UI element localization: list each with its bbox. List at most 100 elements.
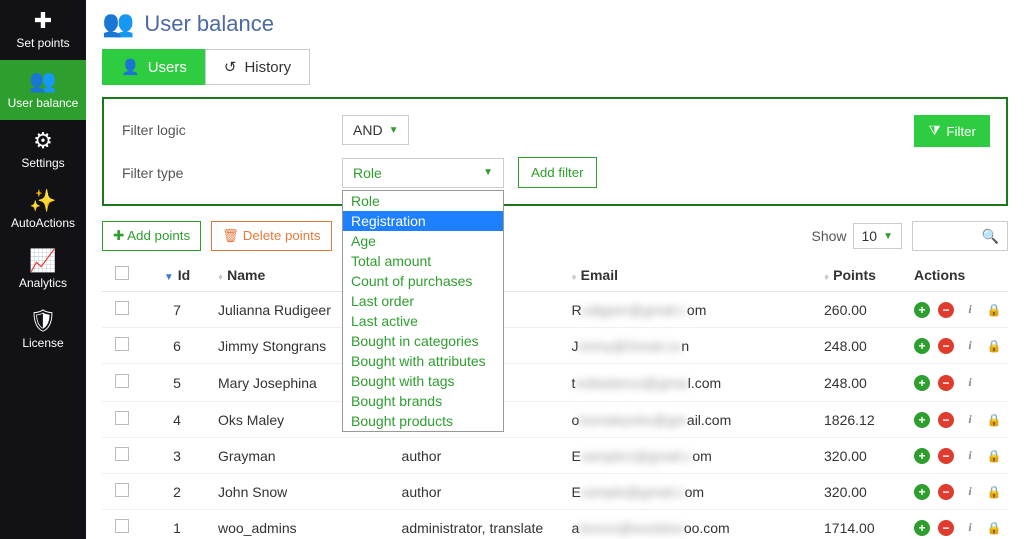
cell-name: woo_admins xyxy=(212,510,396,539)
dropdown-option-bought-categories[interactable]: Bought in categories xyxy=(343,331,503,351)
caret-down-icon: ▼ xyxy=(483,167,493,178)
add-icon[interactable]: + xyxy=(914,484,930,500)
col-points[interactable]: ♦Points xyxy=(818,258,908,292)
tab-history[interactable]: ↺ History xyxy=(205,49,310,85)
add-icon[interactable]: + xyxy=(914,448,930,464)
col-id[interactable]: ▼Id xyxy=(142,258,212,292)
info-icon[interactable]: i xyxy=(962,338,978,354)
cell-points: 248.00 xyxy=(818,364,908,402)
info-icon[interactable]: i xyxy=(962,302,978,318)
info-icon[interactable]: i xyxy=(962,375,978,391)
filter-logic-select[interactable]: AND ▼ xyxy=(342,115,409,145)
col-email[interactable]: ♦Email xyxy=(566,258,818,292)
lock-icon[interactable]: 🔒 xyxy=(986,338,1002,354)
dropdown-option-last-order[interactable]: Last order xyxy=(343,291,503,311)
filter-type-value: Role xyxy=(353,165,382,181)
dropdown-option-total-amount[interactable]: Total amount xyxy=(343,251,503,271)
sidebar-item-label: Analytics xyxy=(19,276,67,290)
add-icon[interactable]: + xyxy=(914,412,930,428)
lock-icon[interactable]: 🔒 xyxy=(986,448,1002,464)
delete-points-button[interactable]: 🗑 Delete points xyxy=(211,221,331,251)
cell-email: oksmaleynko@gmail.com xyxy=(566,402,818,438)
info-icon[interactable]: i xyxy=(962,520,978,536)
dropdown-option-last-active[interactable]: Last active xyxy=(343,311,503,331)
filter-panel: ⧩ Filter Filter logic AND ▼ Filter type … xyxy=(102,97,1008,206)
row-checkbox[interactable] xyxy=(115,374,129,388)
remove-icon[interactable]: − xyxy=(938,375,954,391)
add-points-button[interactable]: ✚ Add points xyxy=(102,221,201,251)
sort-icon: ♦ xyxy=(572,272,577,283)
cell-points: 260.00 xyxy=(818,292,908,328)
sidebar-item-settings[interactable]: ⚙ Settings xyxy=(0,120,86,180)
lock-icon[interactable]: 🔒 xyxy=(986,412,1002,428)
cell-points: 1714.00 xyxy=(818,510,908,539)
filter-button[interactable]: ⧩ Filter xyxy=(914,115,990,147)
table-row: 1woo_adminsadministrator, translatealexx… xyxy=(102,510,1008,539)
add-filter-button[interactable]: Add filter xyxy=(518,157,597,188)
wand-icon: ✨ xyxy=(29,190,56,212)
cell-email: testbalance@gmail.com xyxy=(566,364,818,402)
remove-icon[interactable]: − xyxy=(938,412,954,428)
caret-down-icon: ▼ xyxy=(389,125,399,136)
tabs: 👤 Users ↺ History xyxy=(102,49,1008,85)
sidebar-item-autoactions[interactable]: ✨ AutoActions xyxy=(0,180,86,240)
tab-users[interactable]: 👤 Users xyxy=(102,49,205,85)
dropdown-option-bought-brands[interactable]: Bought brands xyxy=(343,391,503,411)
row-checkbox[interactable] xyxy=(115,447,129,461)
sidebar: ✚ Set points 👥 User balance ⚙ Settings ✨… xyxy=(0,0,86,539)
sidebar-item-set-points[interactable]: ✚ Set points xyxy=(0,0,86,60)
tab-label: History xyxy=(244,59,291,76)
sort-desc-icon: ▼ xyxy=(164,272,174,283)
sidebar-item-label: Set points xyxy=(16,36,69,50)
sidebar-item-label: Settings xyxy=(21,156,64,170)
info-icon[interactable]: i xyxy=(962,484,978,500)
dropdown-option-count-purchases[interactable]: Count of purchases xyxy=(343,271,503,291)
dropdown-option-role[interactable]: Role xyxy=(343,191,503,211)
add-icon[interactable]: + xyxy=(914,375,930,391)
sidebar-item-analytics[interactable]: 📈 Analytics xyxy=(0,240,86,300)
toolbar: ✚ Add points 🗑 Delete points Show 10 ▼ 🔍 xyxy=(102,220,1008,252)
dropdown-option-age[interactable]: Age xyxy=(343,231,503,251)
add-icon[interactable]: + xyxy=(914,520,930,536)
lock-icon[interactable]: 🔒 xyxy=(986,484,1002,500)
sidebar-item-user-balance[interactable]: 👥 User balance xyxy=(0,60,86,120)
lock-icon[interactable]: 🔒 xyxy=(986,520,1002,536)
info-icon[interactable]: i xyxy=(962,412,978,428)
select-all-checkbox[interactable] xyxy=(115,266,129,280)
search-icon: 🔍 xyxy=(982,228,999,245)
sidebar-item-license[interactable]: 🛡 License xyxy=(0,300,86,360)
dropdown-option-bought-attributes[interactable]: Bought with attributes xyxy=(343,351,503,371)
row-checkbox[interactable] xyxy=(115,519,129,533)
search-input[interactable]: 🔍 xyxy=(912,221,1008,251)
lock-icon[interactable]: 🔒 xyxy=(986,302,1002,318)
add-icon[interactable]: + xyxy=(914,302,930,318)
remove-icon[interactable]: − xyxy=(938,484,954,500)
remove-icon[interactable]: − xyxy=(938,448,954,464)
remove-icon[interactable]: − xyxy=(938,338,954,354)
row-checkbox[interactable] xyxy=(115,301,129,315)
info-icon[interactable]: i xyxy=(962,448,978,464)
filter-icon: ⧩ xyxy=(928,123,940,139)
show-label: Show xyxy=(811,228,846,244)
add-icon[interactable]: + xyxy=(914,338,930,354)
filter-type-select[interactable]: Role ▼ xyxy=(342,158,504,188)
user-icon: 👤 xyxy=(121,58,140,76)
cell-id: 5 xyxy=(142,364,212,402)
dropdown-option-registration[interactable]: Registration xyxy=(343,211,503,231)
row-checkbox[interactable] xyxy=(115,337,129,351)
row-checkbox[interactable] xyxy=(115,483,129,497)
table-row: 2John SnowauthorExample@gmail.com320.00+… xyxy=(102,474,1008,510)
dropdown-option-bought-tags[interactable]: Bought with tags xyxy=(343,371,503,391)
cell-points: 248.00 xyxy=(818,328,908,364)
cell-email: Example@gmail.com xyxy=(566,474,818,510)
remove-icon[interactable]: − xyxy=(938,520,954,536)
chart-icon: 📈 xyxy=(29,250,56,272)
row-checkbox[interactable] xyxy=(115,411,129,425)
dropdown-option-bought-products[interactable]: Bought products xyxy=(343,411,503,431)
cell-role: administrator, translate xyxy=(396,510,566,539)
cell-points: 320.00 xyxy=(818,474,908,510)
remove-icon[interactable]: − xyxy=(938,302,954,318)
filter-type-dropdown: Role Registration Age Total amount Count… xyxy=(342,190,504,432)
cell-id: 2 xyxy=(142,474,212,510)
show-select[interactable]: 10 ▼ xyxy=(853,223,902,249)
